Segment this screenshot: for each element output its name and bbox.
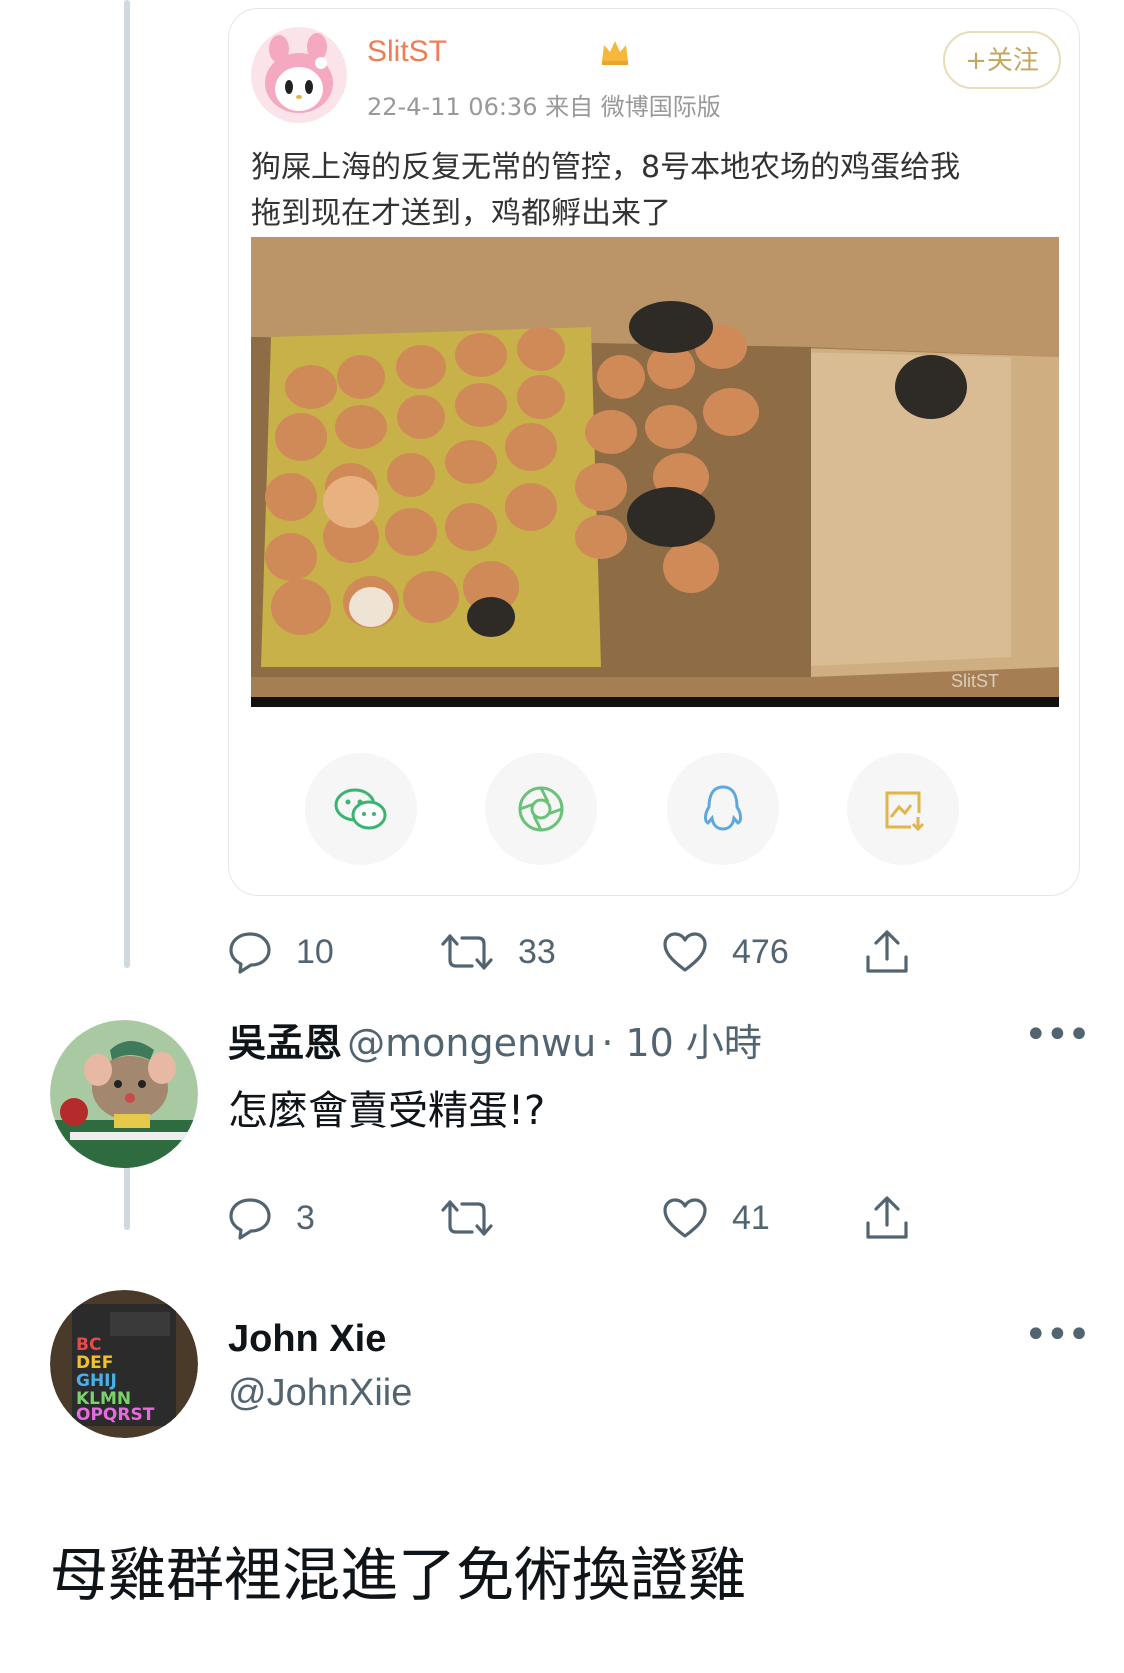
thread-line-top [124,0,130,968]
tweet2-handle[interactable]: @mongenwu [347,1021,596,1065]
retweet-icon [441,1200,493,1236]
wechat-icon [334,788,387,830]
photo-watermark: SlitST [951,671,999,691]
tweet1-retweet-count: 33 [518,932,556,971]
tweet3-handle[interactable]: @JohnXiie [228,1372,412,1415]
tweet1-reply-button[interactable]: 10 [228,922,334,982]
tweet2-text: 怎麼會賣受精蛋!? [228,1088,546,1134]
tweet3-display-name[interactable]: John Xie [228,1318,386,1361]
tweet1-action-bar: 10 33 476 [228,922,928,982]
tweet1-like-count: 476 [732,932,789,971]
johnxie-avatar[interactable]: BC DEF GHIJ KLMN OPQRST [50,1290,198,1438]
save-image-icon [885,791,925,831]
tweet3-text: 母雞群裡混進了免術換證雞 [50,1541,747,1609]
mongenwu-avatar[interactable] [50,1020,198,1168]
qq-share-button[interactable] [667,753,779,865]
share-bar [229,753,1081,865]
weibo-post-text-line2: 拖到现在才送到，鸡都孵出来了 [251,196,671,231]
tweet1-share-button[interactable] [864,922,910,982]
vip-crown-icon [599,37,631,71]
tweet3-more-icon[interactable]: ••• [1024,1312,1091,1358]
tweet2-reply-button[interactable]: 3 [228,1188,315,1248]
reply-icon [229,1198,271,1240]
tweet2-retweet-button[interactable] [440,1188,518,1248]
heart-icon [663,1198,707,1238]
tweet1-reply-count: 10 [296,932,334,971]
svg-text:GHIJ: GHIJ [76,1371,117,1391]
tweet1-retweet-button[interactable]: 33 [440,922,556,982]
wechat-share-button[interactable] [305,753,417,865]
weibo-post-meta: 22-4-11 06:36 来自 微博国际版 [367,93,721,121]
weibo-post-text-line1: 狗屎上海的反复无常的管控，8号本地农场的鸡蛋给我 [251,150,961,185]
tweet2-display-name[interactable]: 吳孟恩 [228,1021,342,1065]
weibo-username[interactable]: SlitST [367,35,447,69]
tweet2-reply-count: 3 [296,1198,315,1237]
eggs-chicks-photo[interactable]: SlitST [251,237,1059,707]
svg-text:OPQRST: OPQRST [76,1405,155,1425]
tweet2-more-icon[interactable]: ••• [1024,1012,1091,1058]
svg-text:DEF: DEF [76,1353,113,1373]
tweet2-header: 吳孟恩 @mongenwu · 10 小時 [228,1012,762,1067]
share-icon [866,930,908,973]
weibo-post-text: 狗屎上海的反复无常的管控，8号本地农场的鸡蛋给我 拖到现在才送到，鸡都孵出来了 [251,145,1061,237]
tweet2-share-button[interactable] [864,1188,910,1248]
follow-button[interactable]: +关注 [943,31,1061,89]
tweet2-action-bar: 3 41 [228,1188,928,1248]
moments-icon [518,786,564,832]
tweet2-timestamp[interactable]: · 10 小時 [601,1021,762,1065]
weibo-avatar [251,27,347,123]
tweet2-like-count: 41 [732,1198,770,1237]
tweet1-like-button[interactable]: 476 [662,922,789,982]
heart-icon [663,932,707,972]
weibo-embedded-card[interactable]: SlitST 22-4-11 06:36 来自 微博国际版 +关注 狗屎上海的反… [228,8,1080,896]
tweet2-like-button[interactable]: 41 [662,1188,770,1248]
share-icon [866,1196,908,1239]
svg-text:BC: BC [76,1335,101,1355]
qq-icon [704,785,742,831]
reply-icon [229,932,271,974]
retweet-icon [441,934,493,970]
moments-share-button[interactable] [485,753,597,865]
save-image-button[interactable] [847,753,959,865]
